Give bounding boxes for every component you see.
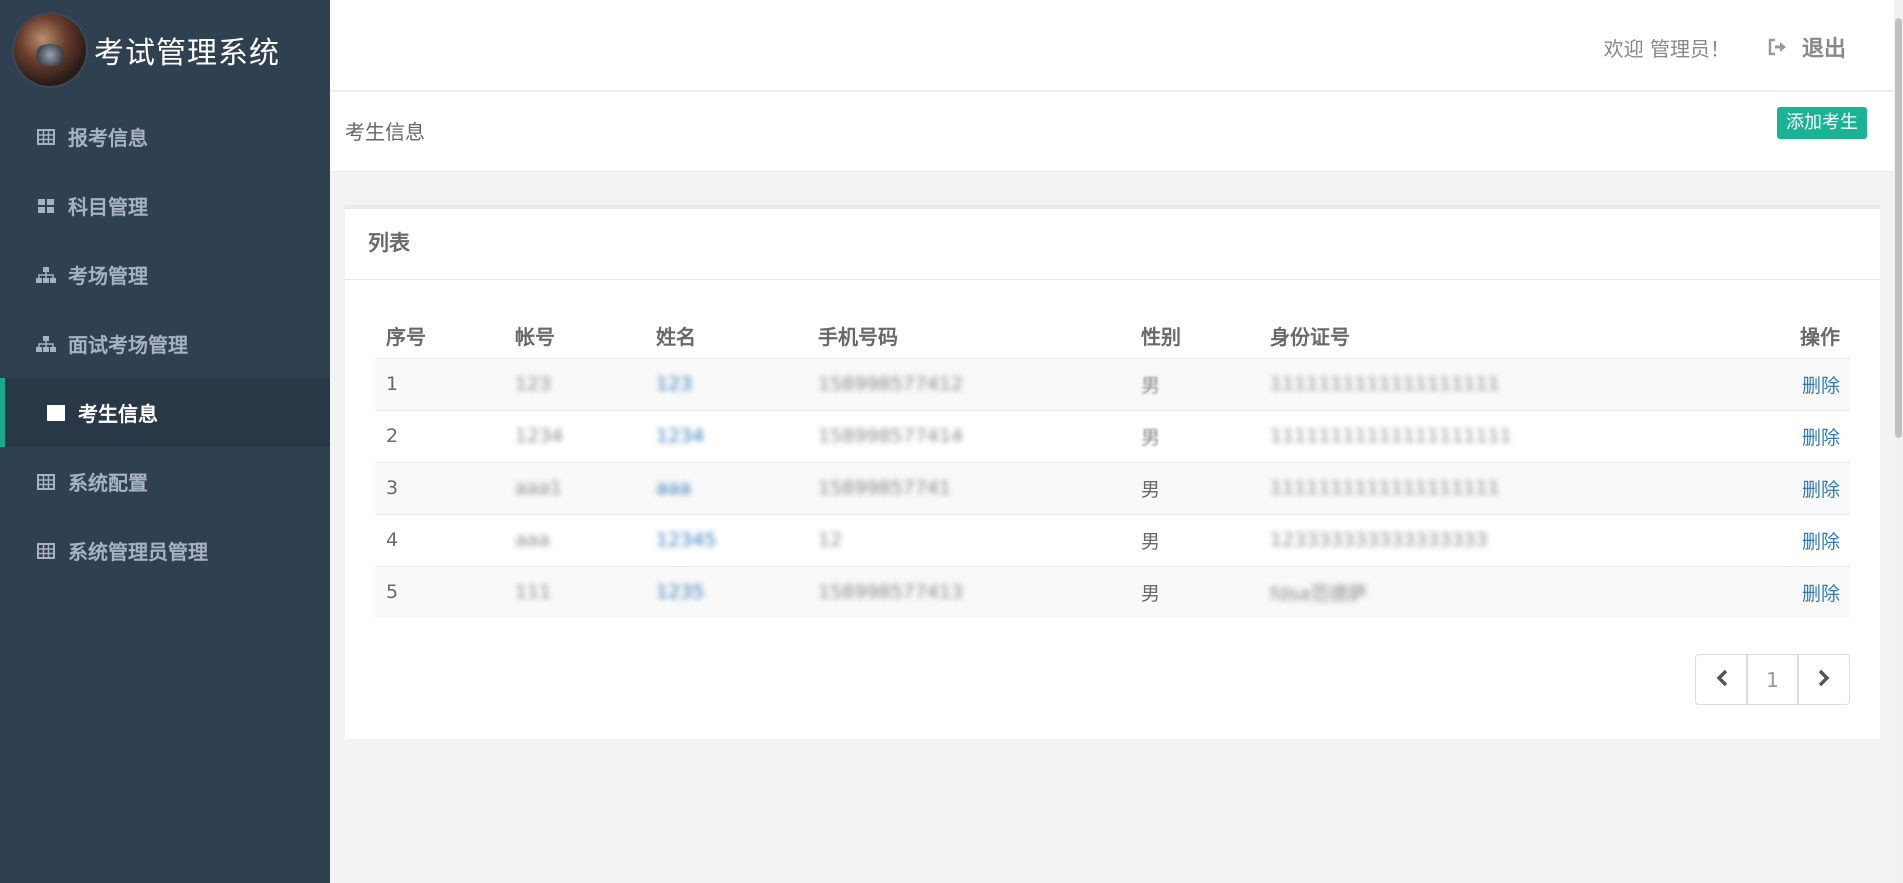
delete-link[interactable]: 删除 bbox=[1735, 461, 1850, 514]
scrollbar-thumb[interactable] bbox=[1895, 18, 1902, 438]
cell-index: 1 bbox=[375, 357, 504, 410]
table-icon bbox=[36, 472, 56, 492]
sidebar-item-label: 系统管理员管理 bbox=[68, 540, 208, 564]
logout-button[interactable]: 退出 bbox=[1768, 31, 1846, 63]
add-student-button[interactable]: 添加考生 bbox=[1777, 107, 1867, 139]
pagination-next-button[interactable] bbox=[1798, 655, 1849, 704]
sitemap-icon bbox=[36, 334, 56, 354]
cell-gender: 男 bbox=[1130, 409, 1259, 462]
cell-account: 1234 bbox=[504, 409, 645, 462]
sidebar-item-label: 考生信息 bbox=[78, 402, 158, 426]
cell-phone: 15899857741​3 bbox=[807, 565, 1130, 618]
chevron-left-icon bbox=[1715, 668, 1729, 692]
sidebar-item-label: 报考信息 bbox=[68, 126, 148, 150]
cell-id-number: 123333333333333333 bbox=[1259, 513, 1736, 566]
sign-out-icon bbox=[1768, 38, 1788, 56]
sidebar-item-label: 科目管理 bbox=[68, 195, 148, 219]
cell-phone: 12 bbox=[807, 513, 1130, 566]
app-title: 考试管理系统 bbox=[94, 36, 280, 71]
cell-index: 5 bbox=[375, 565, 504, 618]
panel-title: 列表 bbox=[345, 209, 1880, 280]
students-table: 序号 帐号 姓名 手机号码 性别 身份证号 操作 1 123 123 15899… bbox=[375, 314, 1850, 618]
cell-name-link[interactable]: 12345 bbox=[645, 513, 807, 566]
table-row: 5 111 1235 15899857741​3 男 fdsa范德萨 删除 bbox=[375, 565, 1850, 618]
cell-account: 111 bbox=[504, 565, 645, 618]
cell-name-link[interactable]: aaa bbox=[645, 461, 807, 514]
cell-phone: 15899857741​2 bbox=[807, 357, 1130, 410]
cell-gender: 男 bbox=[1130, 513, 1259, 566]
delete-link[interactable]: 删除 bbox=[1735, 513, 1850, 566]
delete-link[interactable]: 删除 bbox=[1735, 409, 1850, 462]
pagination-prev-button[interactable] bbox=[1696, 655, 1747, 704]
delete-label[interactable]: 删除 bbox=[1802, 531, 1840, 553]
table-row: 3 aaa1 aaa 1589985774​1 男 11111111111111… bbox=[375, 461, 1850, 514]
delete-link[interactable]: 删除 bbox=[1735, 357, 1850, 410]
breadcrumb: 考生信息 添加考生 bbox=[330, 92, 1903, 172]
table-row: 1 123 123 15899857741​2 男 11111111111111… bbox=[375, 357, 1850, 410]
chevron-right-icon bbox=[1817, 668, 1831, 692]
cell-gender: 男 bbox=[1130, 461, 1259, 514]
sidebar-item-label: 考场管理 bbox=[68, 264, 148, 288]
delete-link[interactable]: 删除 bbox=[1735, 565, 1850, 618]
sidebar-item-interview-rooms[interactable]: 面试考场管理 bbox=[0, 309, 330, 378]
grid-icon bbox=[36, 196, 56, 216]
sidebar-item-subjects[interactable]: 科目管理 bbox=[0, 171, 330, 240]
column-header-phone: 手机号码 bbox=[807, 314, 1130, 359]
column-header-account: 帐号 bbox=[504, 314, 645, 359]
cell-phone: 1589985774​1 bbox=[807, 461, 1130, 514]
sidebar-item-exam-rooms[interactable]: 考场管理 bbox=[0, 240, 330, 309]
pagination-page-button[interactable]: 1 bbox=[1747, 655, 1798, 704]
table-icon bbox=[46, 403, 66, 423]
pagination: 1 bbox=[1695, 654, 1850, 705]
cell-gender: 男 bbox=[1130, 357, 1259, 410]
sidebar-item-exam-registration[interactable]: 报考信息 bbox=[0, 102, 330, 171]
cell-id-number: 1111111111111111111 bbox=[1259, 461, 1736, 514]
list-panel: 列表 序号 帐号 姓名 手机号码 性别 身份证号 操作 1 123 123 15… bbox=[345, 205, 1880, 739]
column-header-actions: 操作 bbox=[1735, 314, 1850, 359]
column-header-id-number: 身份证号 bbox=[1259, 314, 1736, 359]
table-row: 4 aaa 12345 12 男 123333333333333333 删除 bbox=[375, 513, 1850, 566]
avatar bbox=[14, 14, 86, 86]
cell-account: aaa1 bbox=[504, 461, 645, 514]
cell-gender: 男 bbox=[1130, 565, 1259, 618]
cell-account: aaa bbox=[504, 513, 645, 566]
sitemap-icon bbox=[36, 265, 56, 285]
cell-index: 2 bbox=[375, 409, 504, 462]
column-header-gender: 性别 bbox=[1130, 314, 1259, 359]
cell-name-link[interactable]: 1234 bbox=[645, 409, 807, 462]
sidebar-item-label: 面试考场管理 bbox=[68, 333, 188, 357]
delete-label[interactable]: 删除 bbox=[1802, 427, 1840, 449]
sidebar-nav: 报考信息 科目管理 考场管理 面试考场管理 考生信息 系统配置 系统管理员管理 bbox=[0, 102, 330, 585]
sidebar-item-system-config[interactable]: 系统配置 bbox=[0, 447, 330, 516]
brand: 考试管理系统 bbox=[0, 0, 330, 100]
cell-index: 3 bbox=[375, 461, 504, 514]
sidebar-item-label: 系统配置 bbox=[68, 471, 148, 495]
sidebar-item-students[interactable]: 考生信息 bbox=[0, 378, 330, 447]
cell-account: 123 bbox=[504, 357, 645, 410]
delete-label[interactable]: 删除 bbox=[1802, 583, 1840, 605]
column-header-index: 序号 bbox=[375, 314, 504, 359]
cell-name-link[interactable]: 1235 bbox=[645, 565, 807, 618]
logout-label: 退出 bbox=[1801, 37, 1846, 62]
table-header-row: 序号 帐号 姓名 手机号码 性别 身份证号 操作 bbox=[375, 314, 1850, 359]
page-scrollbar[interactable] bbox=[1894, 0, 1903, 883]
table-row: 2 1234 1234 15899857741​4 男 111111111111… bbox=[375, 409, 1850, 462]
delete-label[interactable]: 删除 bbox=[1802, 479, 1840, 501]
cell-id-number: 11111111111111111111 bbox=[1259, 409, 1736, 462]
cell-index: 4 bbox=[375, 513, 504, 566]
page-title: 考生信息 bbox=[345, 120, 425, 144]
table-icon bbox=[36, 541, 56, 561]
cell-id-number: 1111111111111111111 bbox=[1259, 357, 1736, 410]
cell-name-link[interactable]: 123 bbox=[645, 357, 807, 410]
cell-id-number: fdsa范德萨 bbox=[1259, 565, 1736, 618]
delete-label[interactable]: 删除 bbox=[1802, 375, 1840, 397]
sidebar-item-admins[interactable]: 系统管理员管理 bbox=[0, 516, 330, 585]
cell-phone: 15899857741​4 bbox=[807, 409, 1130, 462]
column-header-name: 姓名 bbox=[645, 314, 807, 359]
table-icon bbox=[36, 127, 56, 147]
welcome-text: 欢迎 管理员！ bbox=[1603, 37, 1730, 61]
top-header: 欢迎 管理员！ 退出 bbox=[330, 0, 1903, 91]
sidebar: 考试管理系统 报考信息 科目管理 考场管理 面试考场管理 考生信息 系统配置 系… bbox=[0, 0, 330, 883]
